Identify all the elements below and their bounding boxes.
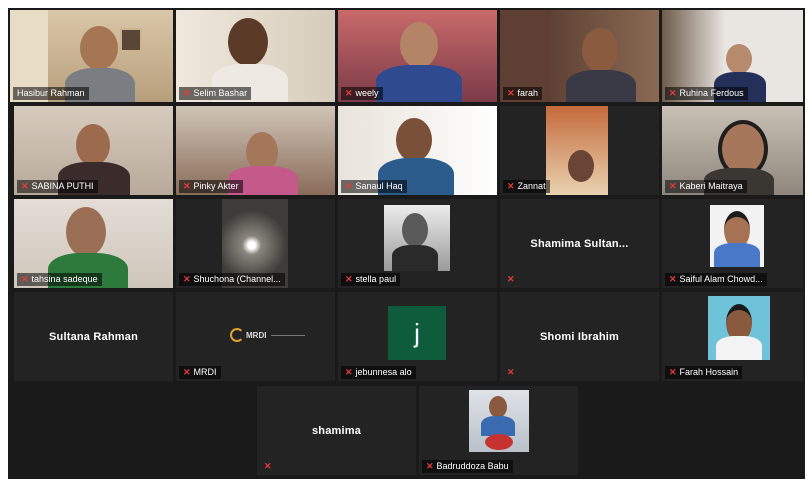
profile-photo: [384, 205, 450, 271]
mic-muted-icon: ✕: [21, 181, 29, 191]
video-tile-farah[interactable]: ✕ farah: [500, 10, 659, 102]
mic-muted-icon: ✕: [21, 274, 29, 284]
mic-muted-icon: ✕: [183, 181, 191, 191]
video-tile-shomi-ibrahim[interactable]: Shomi Ibrahim ✕: [500, 292, 659, 381]
video-tile-sultana-rahman[interactable]: Sultana Rahman: [14, 292, 173, 381]
mic-muted-icon: ✕: [345, 274, 353, 284]
name-tag: ✕: [503, 273, 519, 286]
mic-muted-icon: ✕: [183, 88, 191, 98]
name-tag: ✕ Zannat: [503, 180, 550, 193]
participant-name: Shomi Ibrahim: [540, 330, 619, 343]
video-tile-jebunnesa-alo[interactable]: j ✕ jebunnesa alo: [338, 292, 497, 381]
profile-photo: [469, 390, 529, 452]
name-tag: ✕ jebunnesa alo: [341, 366, 416, 379]
name-tag: ✕: [503, 366, 519, 379]
name-tag: ✕ Farah Hossain: [665, 366, 743, 379]
video-tile-mrdi[interactable]: MRDI ✕ MRDI: [176, 292, 335, 381]
video-tile-sanaul-haq[interactable]: ✕ Sanaul Haq: [338, 106, 497, 195]
mic-muted-icon: ✕: [507, 367, 515, 377]
mic-muted-icon: ✕: [669, 181, 677, 191]
video-tile-hasibur-rahman[interactable]: Hasibur Rahman: [10, 10, 173, 102]
mic-muted-icon: ✕: [345, 181, 353, 191]
avatar-initial: j: [388, 306, 446, 360]
mic-muted-icon: ✕: [345, 367, 353, 377]
video-tile-badruddoza-babu[interactable]: ✕ Badruddoza Babu: [419, 386, 578, 475]
mic-muted-icon: ✕: [669, 367, 677, 377]
participant-name: Shamima Sultan...: [530, 237, 629, 250]
name-tag: Hasibur Rahman: [13, 87, 89, 100]
video-tile-saiful-alam[interactable]: ✕ Saiful Alam Chowd...: [662, 199, 803, 288]
name-tag: ✕ Pinky Akter: [179, 180, 243, 193]
video-tile-shuchona[interactable]: ✕ Shuchona (Channel...: [176, 199, 335, 288]
mic-muted-icon: ✕: [183, 367, 191, 377]
video-tile-farah-hossain[interactable]: ✕ Farah Hossain: [662, 292, 803, 381]
mic-muted-icon: ✕: [183, 274, 191, 284]
video-tile-tahsina-sadeque[interactable]: ✕ tahsina sadeque: [14, 199, 173, 288]
mic-muted-icon: ✕: [669, 274, 677, 284]
name-tag: ✕ Kaberi Maitraya: [665, 180, 747, 193]
name-tag: ✕ SABINA PUTHI: [17, 180, 98, 193]
mic-muted-icon: ✕: [264, 461, 272, 471]
video-tile-kaberi-maitraya[interactable]: ✕ Kaberi Maitraya: [662, 106, 803, 195]
name-tag: ✕ farah: [503, 87, 543, 100]
name-tag: ✕ stella paul: [341, 273, 401, 286]
name-tag: ✕ Saiful Alam Chowd...: [665, 273, 767, 286]
video-tile-shamima[interactable]: shamima ✕: [257, 386, 416, 475]
video-tile-stella-paul[interactable]: ✕ stella paul: [338, 199, 497, 288]
video-tile-ruhina-ferdous[interactable]: ✕ Ruhina Ferdous: [662, 10, 803, 102]
mic-muted-icon: ✕: [669, 88, 677, 98]
participant-name: shamima: [311, 424, 362, 437]
video-tile-zannat[interactable]: ✕ Zannat: [500, 106, 659, 195]
mic-muted-icon: ✕: [345, 88, 353, 98]
mrdi-logo: MRDI: [230, 328, 306, 342]
mic-muted-icon: ✕: [507, 274, 515, 284]
profile-photo: [708, 296, 770, 360]
name-tag: ✕ Badruddoza Babu: [422, 460, 513, 473]
name-tag: ✕: [260, 460, 276, 473]
profile-photo: [710, 205, 764, 267]
participant-name: Sultana Rahman: [49, 330, 138, 343]
video-tile-selim-bashar[interactable]: ✕ Selim Bashar: [176, 10, 335, 102]
mic-muted-icon: ✕: [507, 88, 515, 98]
name-tag: ✕ Sanaul Haq: [341, 180, 407, 193]
name-tag: ✕ MRDI: [179, 366, 221, 379]
name-tag: ✕ Ruhina Ferdous: [665, 87, 748, 100]
video-gallery: Hasibur Rahman ✕ Selim Bashar ✕ weely ✕ far…: [8, 8, 805, 479]
mic-muted-icon: ✕: [426, 461, 434, 471]
mic-muted-icon: ✕: [507, 181, 515, 191]
name-tag: ✕ Shuchona (Channel...: [179, 273, 285, 286]
name-tag: ✕ tahsina sadeque: [17, 273, 102, 286]
video-tile-sabina-puthi[interactable]: ✕ SABINA PUTHI: [14, 106, 173, 195]
name-tag: ✕ weely: [341, 87, 383, 100]
video-tile-shamima-sultana[interactable]: Shamima Sultan... ✕: [500, 199, 659, 288]
logo-swirl-icon: [230, 328, 244, 342]
video-tile-weely[interactable]: ✕ weely: [338, 10, 497, 102]
video-tile-pinky-akter[interactable]: ✕ Pinky Akter: [176, 106, 335, 195]
name-tag: ✕ Selim Bashar: [179, 87, 252, 100]
